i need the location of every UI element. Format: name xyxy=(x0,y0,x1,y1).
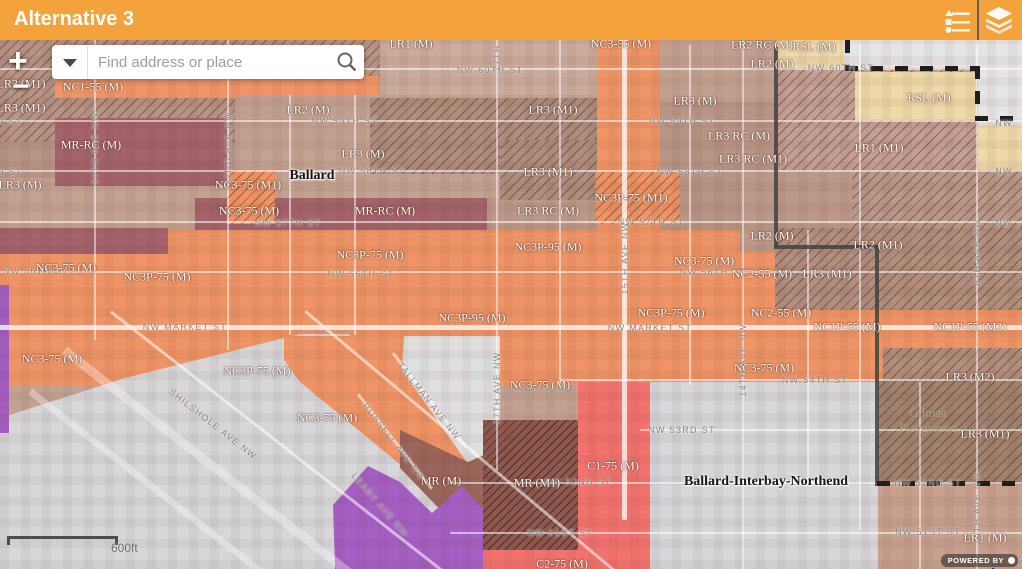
zone-label: LR3 (M1) xyxy=(961,427,1010,442)
zone-label: NC3-75 (M) xyxy=(674,254,734,269)
street-label: NW xyxy=(995,118,1013,128)
scale-bar-line xyxy=(7,536,118,539)
zone-label: C2-75 (M) xyxy=(536,557,588,569)
urban-village-boundary xyxy=(875,245,879,486)
street-label: NW MARKET ST xyxy=(608,323,692,333)
zone-label: LR3 (M1) xyxy=(524,165,573,180)
zone-label: C1-75 (M) xyxy=(587,459,639,474)
zone-label: NC2-55 (M) xyxy=(751,306,811,321)
street-label: NW 58TH ST xyxy=(339,166,406,176)
street-label: H ST xyxy=(0,117,23,127)
zone-label: NC3P-95 (M) xyxy=(438,311,505,326)
zone-label: LR3 (M) xyxy=(674,94,717,109)
zoom-out-button[interactable]: − xyxy=(12,72,30,102)
zone-label: NC3P-75 (M) xyxy=(336,248,403,263)
legend-list-icon[interactable] xyxy=(944,6,974,34)
street-label: NW 59TH ST xyxy=(649,116,716,126)
street-label: NW MARKET ST xyxy=(143,322,227,332)
zone-region xyxy=(578,382,650,569)
street-label: NW 59TH ST xyxy=(312,116,379,126)
search-source-dropdown[interactable] xyxy=(52,45,88,79)
street-label: 8TH AVE NW xyxy=(972,219,982,286)
zone-region xyxy=(0,228,168,254)
street-label: NW 51ST ST xyxy=(895,527,961,537)
area-label: Ballard xyxy=(289,168,334,184)
zone-label: MR-RC (M) xyxy=(61,138,121,153)
street-label: NW 54TH ST xyxy=(782,375,849,385)
area-label: Gilman Playground xyxy=(893,406,963,436)
zone-label: LR2 (M) xyxy=(751,57,794,72)
zone-label: NC2-55 (M) xyxy=(732,267,792,282)
street-label: NW xyxy=(995,166,1013,176)
zone-label: MR-RC (M) xyxy=(355,204,415,219)
app-header: Alternative 3 xyxy=(0,0,1022,40)
header-divider xyxy=(977,0,979,40)
zone-label: NC3-75 (M) xyxy=(734,361,794,376)
zone-region xyxy=(978,40,1022,125)
zone-label: LR3 (M2) xyxy=(946,370,995,385)
area-label: Ballard-Interbay-Northend xyxy=(684,474,848,490)
street-label: NW 53RD ST xyxy=(648,425,716,435)
zone-label: LR2 (M1) xyxy=(854,238,903,253)
street-label: H ST xyxy=(0,167,23,177)
street-label: NW 60TH ST xyxy=(457,65,524,75)
layers-icon[interactable] xyxy=(984,6,1014,34)
zone-label: NC3P-75 (M) xyxy=(637,306,704,321)
street-label: NW xyxy=(995,218,1013,228)
zone-label: LR2 (M) xyxy=(287,103,330,118)
street-label: NW 52ND ST xyxy=(894,478,962,488)
page-title: Alternative 3 xyxy=(14,8,134,31)
zone-label: NC3P-75 (M) xyxy=(223,364,290,379)
zone-label: RSL (M) xyxy=(792,40,835,55)
scale-label: 600ft xyxy=(111,541,138,555)
urban-village-boundary xyxy=(774,47,778,247)
zone-label: LR1 (M1) xyxy=(855,141,904,156)
zone-label: LR1 (M) xyxy=(964,531,1007,546)
zone-label: RSL (M) xyxy=(907,91,950,106)
zone-label: NC1P-55 (M2) xyxy=(933,320,1006,335)
street-label: 15TH AVE NW xyxy=(620,221,630,294)
zone-label: MR (M) xyxy=(421,474,461,489)
esri-logo: esri xyxy=(964,565,994,569)
zone-label: NC3-75 (M) xyxy=(22,352,82,367)
zone-label: NC3-75 (M1) xyxy=(215,178,281,193)
zone-label: NC3-75 (M) xyxy=(510,378,570,393)
street-label: NW 56TH ST xyxy=(328,269,395,279)
street-label: NW 51ST ST xyxy=(527,528,593,538)
street-label: 22ND AVE NW xyxy=(223,111,233,185)
map-canvas[interactable]: NW 60TH ST NW 60TH ST NW 59TH ST NW 59TH ST… xyxy=(0,0,1022,569)
street-label: 17TH xyxy=(492,44,502,71)
zone-label: LR3 RC (M1) xyxy=(719,152,787,167)
zone-region xyxy=(0,285,9,433)
zone-label: NC3P-75 (M1) xyxy=(594,191,667,206)
zone-label: NC1P-55 (M) xyxy=(813,320,880,335)
search-button[interactable] xyxy=(330,45,364,79)
scale-bar-tick xyxy=(7,536,10,545)
zone-label: LR3 RC (M) xyxy=(708,129,770,144)
zone-label: LR3 (M1) xyxy=(803,267,852,282)
zone-label: NC3-75 (M) xyxy=(297,411,357,426)
attribution[interactable]: POWERED BY esri xyxy=(922,554,1022,569)
street-label: NW 60TH ST xyxy=(808,63,875,73)
zone-label: NC3-75 (M) xyxy=(36,261,96,276)
street-label: 8TH AVE NW xyxy=(972,472,982,539)
zone-label: LR3 (M) xyxy=(342,147,385,162)
search-widget xyxy=(52,45,364,79)
dashed-boundary xyxy=(975,66,980,120)
zone-label: LR2 (M) xyxy=(751,229,794,244)
zone-label: NC3P-75 (M) xyxy=(123,270,190,285)
zone-label: NC1-55 (M) xyxy=(63,80,123,95)
zone-label: LR3 (M) xyxy=(0,178,42,193)
zone-label: NC3P-95 (M) xyxy=(514,240,581,255)
zone-label: NC3-75 (M) xyxy=(219,204,279,219)
zone-label: LR3 RC (M) xyxy=(517,204,579,219)
search-input[interactable] xyxy=(88,45,330,79)
zone-label: LR3 (M1) xyxy=(529,103,578,118)
street-label: NW 58TH ST xyxy=(657,167,724,177)
zone-label: MR (M1) xyxy=(514,476,560,491)
street-label: NW 57TH ST xyxy=(255,218,322,228)
street-label: 17TH AVE NW xyxy=(492,351,502,424)
